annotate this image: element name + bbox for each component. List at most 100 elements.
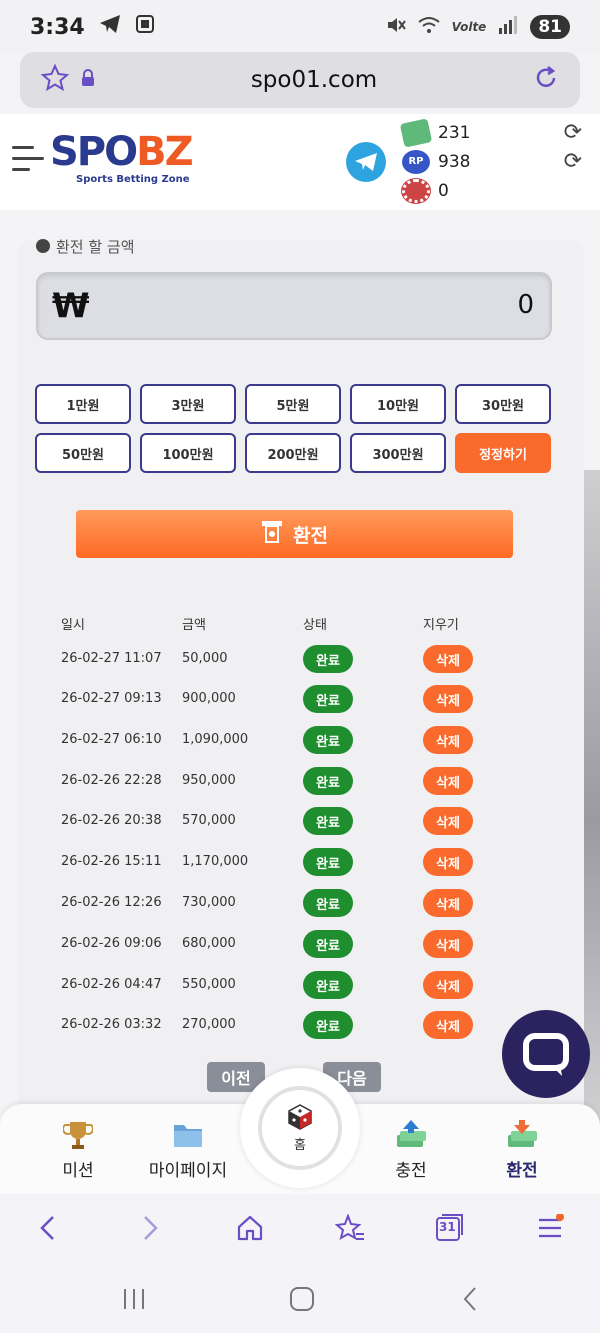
rp-balance-row: RP 938 ⟳ [402,147,592,176]
forward-arrow-icon[interactable] [130,1208,170,1248]
delete-button[interactable]: 삭제 [423,1011,473,1039]
delete-button[interactable]: 삭제 [423,971,473,999]
table-row: 26-02-26 09:06 680,000 완료 삭제 [61,930,501,960]
menu-hamburger-icon[interactable] [12,146,46,176]
logo-tagline: Sports Betting Zone [76,174,190,185]
delete-button[interactable]: 삭제 [423,645,473,673]
system-home-icon[interactable] [282,1284,322,1314]
recent-apps-icon[interactable] [114,1284,154,1314]
bookmarks-star-icon[interactable] [330,1208,370,1248]
delete-button[interactable]: 삭제 [423,767,473,795]
bookmark-star-icon[interactable] [40,63,70,97]
table-row: 26-02-27 06:10 1,090,000 완료 삭제 [61,726,501,756]
status-bar: 3:34 Volte 81 [0,0,600,54]
status-badge: 완료 [303,685,353,713]
row-amount: 730,000 [182,895,236,910]
refresh-rp-icon[interactable]: ⟳ [564,149,582,174]
table-row: 26-02-26 15:11 1,170,000 완료 삭제 [61,848,501,878]
quick-amount-button[interactable]: 30만원 [455,384,551,424]
delete-button[interactable]: 삭제 [423,930,473,958]
telegram-icon[interactable] [346,142,386,182]
table-row: 26-02-27 11:07 50,000 완료 삭제 [61,645,501,675]
network-label: Volte [451,20,487,34]
nav-mission[interactable]: 미션 [28,1118,128,1181]
status-badge: 완료 [303,807,353,835]
dice-icon [287,1103,313,1134]
delete-button[interactable]: 삭제 [423,685,473,713]
home-icon[interactable] [230,1208,270,1248]
row-date: 26-02-26 15:11 [61,854,162,869]
status-badge: 완료 [303,726,353,754]
row-date: 26-02-26 12:26 [61,895,162,910]
delete-button[interactable]: 삭제 [423,848,473,876]
system-back-icon[interactable] [450,1284,490,1314]
status-badge: 완료 [303,889,353,917]
amount-value: 0 [517,290,534,320]
nav-deposit[interactable]: 충전 [361,1118,461,1181]
quick-amount-button[interactable]: 300만원 [350,433,446,473]
row-date: 26-02-26 04:47 [61,977,162,992]
quick-amount-button[interactable]: 100만원 [140,433,236,473]
nav-home[interactable]: 홈 [240,1068,360,1188]
rp-balance: 938 [438,151,471,172]
mute-icon [386,15,406,39]
url-text[interactable]: spo01.com [96,67,532,93]
cash-balance-row: 231 ⟳ [399,117,592,148]
wallet-balances: 231 ⟳ RP 938 ⟳ 0 [399,117,592,205]
status-badge: 완료 [303,930,353,958]
deposit-icon [361,1118,461,1152]
quick-amount-button[interactable]: 5만원 [245,384,341,424]
row-amount: 900,000 [182,691,236,706]
atm-icon [261,520,283,549]
row-amount: 550,000 [182,977,236,992]
wifi-icon [418,16,440,38]
nav-mypage[interactable]: 마이페이지 [138,1118,238,1181]
row-amount: 1,090,000 [182,732,249,747]
site-logo[interactable]: SPOBZ Sports Betting Zone [50,130,194,185]
row-date: 26-02-26 22:28 [61,773,162,788]
cash-icon [399,117,433,148]
quick-amount-button[interactable]: 3만원 [140,384,236,424]
quick-amount-button[interactable]: 10만원 [350,384,446,424]
col-status: 상태 [303,618,327,633]
delete-button[interactable]: 삭제 [423,889,473,917]
refresh-cash-icon[interactable]: ⟳ [564,120,582,145]
tabs-icon[interactable]: 31 [430,1208,470,1248]
telegram-status-icon [99,14,121,40]
amount-input[interactable]: ₩ 0 [36,272,552,340]
battery-indicator: 81 [530,15,570,39]
col-amount: 금액 [182,618,206,633]
table-row: 26-02-26 03:32 270,000 완료 삭제 [61,1011,501,1041]
live-chat-button[interactable] [502,1010,590,1098]
table-row: 26-02-26 04:47 550,000 완료 삭제 [61,971,501,1001]
reload-icon[interactable] [532,64,560,96]
back-arrow-icon[interactable] [28,1208,68,1248]
rp-icon: RP [402,149,430,174]
quick-amount-button[interactable]: 200만원 [245,433,341,473]
quick-amount-button[interactable]: 1만원 [35,384,131,424]
row-date: 26-02-26 20:38 [61,813,162,828]
address-bar[interactable]: spo01.com [20,52,580,108]
status-badge: 완료 [303,1011,353,1039]
chip-balance-row: 0 [402,176,592,205]
lock-icon [80,69,96,91]
reset-button[interactable]: 정정하기 [455,433,551,473]
nav-withdraw[interactable]: 환전 [472,1118,572,1181]
trophy-icon [28,1118,128,1152]
screenshot-status-icon [135,14,155,40]
site-header: SPOBZ Sports Betting Zone 231 ⟳ RP 938 ⟳… [0,114,600,210]
status-badge: 완료 [303,971,353,999]
row-date: 26-02-27 09:13 [61,691,162,706]
quick-amount-button[interactable]: 50만원 [35,433,131,473]
delete-button[interactable]: 삭제 [423,807,473,835]
delete-button[interactable]: 삭제 [423,726,473,754]
currency-symbol: ₩ [52,286,90,326]
status-badge: 완료 [303,848,353,876]
browser-menu-icon[interactable] [530,1208,570,1248]
exchange-submit-button[interactable]: 환전 [76,510,513,558]
status-badge: 완료 [303,767,353,795]
folder-icon [138,1118,238,1152]
row-amount: 950,000 [182,773,236,788]
row-amount: 1,170,000 [182,854,249,869]
row-date: 26-02-26 09:06 [61,936,162,951]
